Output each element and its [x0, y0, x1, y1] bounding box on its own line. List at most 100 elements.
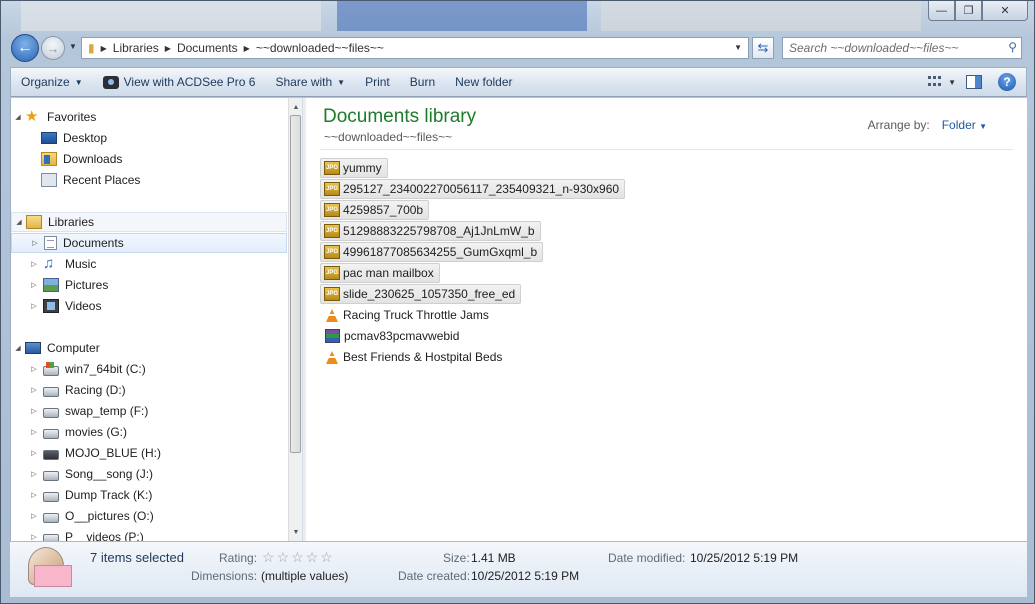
recent-places-icon: [41, 173, 57, 187]
expand-arrow-icon[interactable]: ◢: [11, 113, 25, 121]
sidebar-item-label: Computer: [47, 341, 100, 355]
expand-arrow-icon[interactable]: ▷: [30, 239, 40, 247]
sidebar-item-desktop[interactable]: Desktop: [11, 128, 287, 148]
print-button[interactable]: Print: [355, 68, 400, 96]
acdsee-label: View with ACDSee Pro 6: [123, 75, 256, 89]
file-item[interactable]: JPG 4259857_700b: [320, 200, 430, 220]
expand-arrow-icon[interactable]: ▷: [29, 470, 39, 478]
file-item[interactable]: JPG 295127_234002270056117_235409321_n-93…: [320, 179, 626, 199]
arrange-by: Arrange by: Folder ▼: [868, 118, 987, 132]
address-history-dropdown[interactable]: ▼: [734, 43, 742, 52]
file-name: 295127_234002270056117_235409321_n-930x9…: [343, 182, 620, 196]
help-icon[interactable]: ?: [998, 73, 1016, 91]
expand-arrow-icon[interactable]: ▷: [29, 512, 39, 520]
change-view-icon[interactable]: [928, 76, 942, 88]
file-list-pane: Documents library ~~downloaded~~files~~ …: [306, 98, 1027, 541]
minimize-button[interactable]: —: [928, 1, 955, 21]
search-icon[interactable]: ⚲: [1008, 40, 1017, 54]
file-item[interactable]: pcmav83pcmavwebid: [320, 326, 464, 346]
recent-pages-dropdown[interactable]: ▼: [69, 42, 77, 51]
expand-arrow-icon[interactable]: ▷: [29, 491, 39, 499]
scroll-up-icon[interactable]: ▲: [289, 100, 303, 114]
file-item[interactable]: JPG 49961877085634255_GumGxqml_b: [320, 242, 544, 262]
sidebar-item-computer[interactable]: ◢ Computer: [11, 338, 287, 358]
sidebar-item-label: movies (G:): [65, 425, 128, 439]
breadcrumb-documents[interactable]: Documents: [171, 41, 244, 55]
expand-arrow-icon[interactable]: ▷: [29, 260, 39, 268]
view-with-acdsee-button[interactable]: View with ACDSee Pro 6: [93, 68, 266, 96]
dimensions-value[interactable]: (multiple values): [261, 569, 348, 583]
maximize-button[interactable]: ❐: [955, 1, 982, 21]
back-button[interactable]: ←: [11, 34, 39, 62]
sidebar-item-pictures[interactable]: ▷ Pictures: [11, 275, 287, 295]
file-item[interactable]: Best Friends & Hostpital Beds: [320, 347, 507, 367]
sidebar-item-drive-g[interactable]: ▷ movies (G:): [11, 422, 287, 442]
file-name: pcmav83pcmavwebid: [344, 329, 460, 343]
star-rating-icon[interactable]: ☆: [320, 549, 333, 566]
star-rating-icon[interactable]: ☆: [262, 549, 275, 566]
date-created-value[interactable]: 10/25/2012 5:19 PM: [471, 569, 579, 583]
navigation-scrollbar[interactable]: ▲ ▼: [288, 98, 302, 541]
sidebar-item-downloads[interactable]: Downloads: [11, 149, 287, 169]
sidebar-item-label: Libraries: [48, 215, 95, 229]
search-input[interactable]: [783, 38, 993, 58]
windows-drive-icon: [43, 361, 59, 376]
file-item[interactable]: Racing Truck Throttle Jams: [320, 305, 494, 325]
expand-arrow-icon[interactable]: ▷: [29, 407, 39, 415]
arrange-by-dropdown[interactable]: Folder ▼: [942, 118, 987, 132]
sidebar-item-drive-h[interactable]: ▷ MOJO_BLUE (H:): [11, 443, 287, 463]
expand-arrow-icon[interactable]: ◢: [12, 218, 26, 226]
sidebar-item-music[interactable]: ▷ ♫ Music: [11, 254, 287, 274]
sidebar-item-recent-places[interactable]: Recent Places: [11, 170, 287, 190]
close-button[interactable]: ✕: [982, 1, 1028, 21]
jpg-file-icon: JPG: [324, 182, 340, 196]
sidebar-item-label: swap_temp (F:): [65, 404, 149, 418]
new-folder-button[interactable]: New folder: [445, 68, 522, 96]
expand-arrow-icon[interactable]: ▷: [29, 302, 39, 310]
sidebar-item-documents[interactable]: ▷ Documents: [11, 233, 287, 253]
star-rating-icon[interactable]: ☆: [277, 549, 290, 566]
expand-arrow-icon[interactable]: ◢: [11, 344, 25, 352]
address-bar[interactable]: ▮ ▶ Libraries ▶ Documents ▶ ~~downloaded…: [81, 37, 749, 59]
sidebar-item-drive-j[interactable]: ▷ Song__song (J:): [11, 464, 287, 484]
arrange-by-label: Arrange by:: [867, 118, 930, 132]
sidebar-item-drive-f[interactable]: ▷ swap_temp (F:): [11, 401, 287, 421]
date-modified-value[interactable]: 10/25/2012 5:19 PM: [690, 551, 798, 565]
star-rating-icon[interactable]: ☆: [291, 549, 304, 566]
sidebar-item-videos[interactable]: ▷ Videos: [11, 296, 287, 316]
expand-arrow-icon[interactable]: ▷: [29, 533, 39, 541]
star-rating-icon[interactable]: ☆: [306, 549, 319, 566]
expand-arrow-icon[interactable]: ▷: [29, 281, 39, 289]
file-name: pac man mailbox: [343, 266, 434, 280]
forward-button[interactable]: →: [41, 36, 65, 60]
file-item[interactable]: JPG slide_230625_1057350_free_ed: [320, 284, 522, 304]
library-subtitle: ~~downloaded~~files~~: [324, 130, 453, 144]
breadcrumb-libraries[interactable]: Libraries: [107, 41, 165, 55]
view-options-dropdown[interactable]: ▼: [948, 78, 956, 87]
sidebar-item-drive-k[interactable]: ▷ Dump Track (K:): [11, 485, 287, 505]
vlc-media-file-icon: [326, 350, 338, 364]
expand-arrow-icon[interactable]: ▷: [29, 365, 39, 373]
organize-menu[interactable]: Organize ▼: [11, 68, 93, 96]
sidebar-item-drive-o[interactable]: ▷ O__pictures (O:): [11, 506, 287, 526]
videos-icon: [43, 299, 59, 313]
expand-arrow-icon[interactable]: ▷: [29, 386, 39, 394]
sidebar-item-drive-c[interactable]: ▷ win7_64bit (C:): [11, 359, 287, 379]
sidebar-item-drive-d[interactable]: ▷ Racing (D:): [11, 380, 287, 400]
expand-arrow-icon[interactable]: ▷: [29, 449, 39, 457]
sidebar-item-favorites[interactable]: ◢ ★ Favorites: [11, 107, 287, 127]
file-item[interactable]: JPG 51298883225798708_Aj1JnLmW_b: [320, 221, 541, 241]
file-item[interactable]: JPG yummy: [320, 158, 388, 178]
scroll-thumb[interactable]: [290, 115, 301, 453]
rating-stars[interactable]: ☆ ☆ ☆ ☆ ☆: [262, 549, 333, 566]
preview-pane-icon[interactable]: [966, 75, 982, 89]
share-with-menu[interactable]: Share with ▼: [265, 68, 355, 96]
expand-arrow-icon[interactable]: ▷: [29, 428, 39, 436]
sidebar-item-libraries[interactable]: ◢ Libraries: [11, 212, 287, 232]
burn-button[interactable]: Burn: [400, 68, 445, 96]
file-item[interactable]: JPG pac man mailbox: [320, 263, 440, 283]
sidebar-item-drive-p[interactable]: ▷ P__videos (P:): [11, 527, 287, 541]
scroll-down-icon[interactable]: ▼: [289, 525, 303, 539]
breadcrumb-current-folder[interactable]: ~~downloaded~~files~~: [250, 41, 390, 55]
refresh-button[interactable]: ⇆: [752, 37, 774, 59]
